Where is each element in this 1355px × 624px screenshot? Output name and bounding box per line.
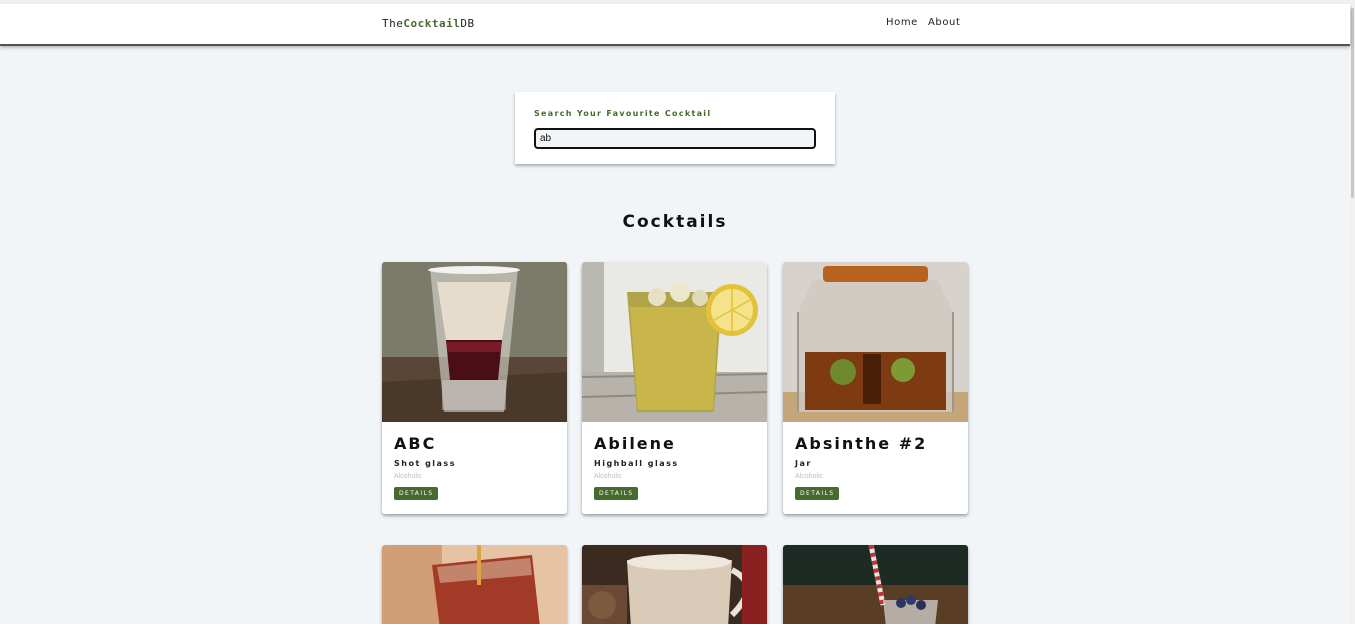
search-label: Search Your Favourite Cocktail	[534, 109, 712, 118]
cocktail-name: Absinthe #2	[795, 434, 928, 453]
layered-shot-glass-image	[382, 262, 567, 422]
details-button[interactable]: DETAILS	[394, 487, 439, 500]
cocktail-card: ABC Shot glass Alcoholic DETAILS	[382, 262, 567, 514]
search-input[interactable]	[534, 128, 816, 149]
details-button[interactable]: DETAILS	[795, 487, 840, 500]
cocktail-type: Alcoholic	[394, 473, 423, 480]
cocktail-type: Alcoholic	[795, 473, 824, 480]
section-title: Cocktails	[622, 212, 728, 232]
cocktail-card	[783, 545, 968, 624]
cocktail-name: ABC	[394, 434, 437, 453]
red-drink-image	[382, 545, 567, 624]
card-info: ABC Shot glass Alcoholic DETAILS	[382, 422, 567, 514]
cocktail-glass: Highball glass	[594, 459, 679, 468]
scrollbar-thumb[interactable]	[1351, 8, 1354, 198]
cocktail-glass: Jar	[795, 459, 812, 468]
cocktail-card: Absinthe #2 Jar Alcoholic DETAILS	[783, 262, 968, 514]
page-scrollbar[interactable]	[1350, 0, 1355, 624]
nav-links: Home About	[886, 17, 971, 28]
site-logo[interactable]: TheCocktailDB	[382, 17, 475, 30]
cocktail-glass: Shot glass	[394, 459, 456, 468]
cocktail-card	[582, 545, 767, 624]
logo-prefix: The	[382, 17, 404, 30]
navbar: TheCocktailDB Home About	[0, 4, 1350, 44]
nav-home-link[interactable]: Home	[886, 17, 918, 28]
card-info: Abilene Highball glass Alcoholic DETAILS	[582, 422, 767, 514]
logo-suffix: DB	[460, 17, 475, 30]
card-info: Absinthe #2 Jar Alcoholic DETAILS	[783, 422, 968, 514]
cocktail-type: Alcoholic	[594, 473, 623, 480]
logo-brand: Cocktail	[403, 17, 461, 30]
cocktail-name: Abilene	[594, 434, 676, 453]
lemon-highball-image	[582, 262, 767, 422]
creamy-iced-drink-image	[582, 545, 767, 624]
preserving-jar-image	[783, 262, 968, 422]
cocktail-card: Abilene Highball glass Alcoholic DETAILS	[582, 262, 767, 514]
berry-parfait-image	[783, 545, 968, 624]
cocktail-card	[382, 545, 567, 624]
details-button[interactable]: DETAILS	[594, 487, 639, 500]
search-form: Search Your Favourite Cocktail	[515, 92, 835, 164]
nav-about-link[interactable]: About	[928, 17, 961, 28]
